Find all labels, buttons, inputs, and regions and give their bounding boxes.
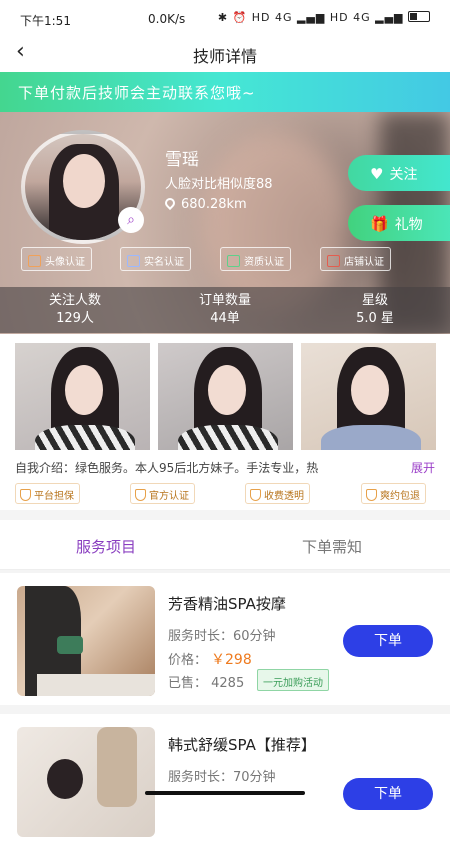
stat-rating: 星级 5.0 星	[320, 292, 430, 328]
stat-orders: 订单数量 44单	[170, 292, 280, 328]
service-item[interactable]: 芳香精油SPA按摩 服务时长：60分钟 价格： ￥298 已售： 4285 一元加…	[0, 573, 450, 705]
page-title: 技师详情	[192, 47, 257, 66]
badge-store-cert: 店铺认证	[320, 247, 391, 271]
tab-services[interactable]: 服务项目	[76, 536, 136, 557]
tab-order-notice[interactable]: 下单需知	[302, 536, 362, 557]
shield-icon	[20, 489, 31, 501]
shield-icon	[366, 489, 377, 501]
expand-link[interactable]: 展开	[402, 459, 435, 476]
shield-icon	[135, 489, 146, 501]
guarantee-refund: 爽约包退	[361, 483, 426, 504]
nav-bar: ‹ 技师详情	[0, 34, 450, 72]
photo-gallery: 自我介绍：绿色服务。本人95后北方妹子。手法专业，热 展开 平台担保 官方认证 …	[0, 334, 450, 510]
stat-value: 5.0 星	[356, 311, 394, 326]
status-bar: 下午1:51 0.0K/s ✱ ⏰ HD 4G ▂▄▆ HD 4G ▂▄▆	[0, 0, 450, 34]
network-speed: 0.0K/s	[148, 12, 186, 26]
order-button[interactable]: 下单	[343, 778, 433, 810]
certification-badges: 头像认证 实名认证 资质认证 店铺认证	[0, 247, 450, 273]
guarantee-transparent: 收费透明	[245, 483, 310, 504]
location-icon	[162, 195, 178, 211]
price-label: 价格：	[168, 653, 208, 668]
guarantee-label: 官方认证	[149, 491, 189, 502]
stat-label: 订单数量	[198, 293, 251, 308]
technician-name: 雪瑶	[165, 150, 199, 170]
badge-label: 店铺认证	[344, 257, 384, 268]
heart-icon: ♥	[370, 165, 384, 183]
certificate-icon	[227, 255, 240, 267]
store-icon	[327, 255, 340, 267]
guarantee-label: 平台担保	[34, 491, 74, 502]
order-button[interactable]: 下单	[343, 625, 433, 657]
guarantee-official: 官方认证	[130, 483, 195, 504]
service-price: 价格： ￥298	[168, 649, 252, 669]
distance: 680.28km	[162, 195, 247, 212]
detail-tabs: 服务项目 下单需知	[0, 520, 450, 570]
stats-bar: 关注人数 129人 订单数量 44单 星级 5.0 星	[0, 287, 450, 333]
avatar-cert-icon	[28, 255, 41, 267]
status-icons: ✱ ⏰ HD 4G ▂▄▆ HD 4G ▂▄▆	[218, 11, 430, 24]
badge-avatar-cert: 头像认证	[21, 247, 92, 271]
status-time: 下午1:51	[20, 14, 71, 28]
stat-followers: 关注人数 129人	[20, 292, 130, 328]
service-duration: 服务时长：60分钟	[168, 629, 276, 644]
service-image	[17, 586, 155, 696]
guarantee-label: 收费透明	[264, 491, 304, 502]
face-similarity: 人脸对比相似度88	[165, 177, 273, 192]
price-value: ￥298	[211, 652, 252, 668]
id-card-icon	[127, 255, 140, 267]
distance-value: 680.28km	[181, 197, 247, 212]
guarantee-label: 爽约包退	[380, 491, 420, 502]
follow-label: 关注	[389, 167, 418, 183]
badge-label: 实名认证	[144, 257, 184, 268]
status-indicators: ✱ ⏰ HD 4G ▂▄▆ HD 4G ▂▄▆	[217, 11, 404, 24]
badge-realname-cert: 实名认证	[120, 247, 191, 271]
search-icon[interactable]: ⌕	[118, 207, 144, 233]
gallery-photo[interactable]	[158, 343, 293, 450]
stat-label: 关注人数	[48, 293, 101, 308]
guarantee-platform: 平台担保	[15, 483, 80, 504]
promo-badge: 一元加购活动	[257, 669, 329, 691]
intro-text: 自我介绍：绿色服务。本人95后北方妹子。手法专业，热	[15, 461, 319, 475]
service-name: 韩式舒缓SPA【推荐】	[168, 736, 316, 754]
service-image	[17, 727, 155, 837]
self-intro: 自我介绍：绿色服务。本人95后北方妹子。手法专业，热 展开	[15, 459, 435, 476]
gallery-photo[interactable]	[301, 343, 436, 450]
stat-value: 44单	[210, 311, 240, 326]
service-item[interactable]: 韩式舒缓SPA【推荐】 服务时长：70分钟 下单	[0, 714, 450, 846]
badge-qualification-cert: 资质认证	[220, 247, 291, 271]
service-name: 芳香精油SPA按摩	[168, 595, 286, 613]
battery-icon	[408, 11, 430, 22]
gift-button[interactable]: 🎁 礼物	[348, 205, 450, 241]
badge-label: 资质认证	[244, 257, 284, 268]
home-indicator[interactable]	[145, 791, 305, 795]
notice-banner: 下单付款后技师会主动联系您哦~	[0, 72, 450, 112]
gift-icon: 🎁	[370, 215, 389, 233]
stat-value: 129人	[56, 311, 94, 326]
service-sold: 已售： 4285	[168, 676, 245, 691]
follow-button[interactable]: ♥ 关注	[348, 155, 450, 191]
shield-icon	[250, 489, 261, 501]
service-duration: 服务时长：70分钟	[168, 770, 276, 785]
stat-label: 星级	[361, 293, 388, 308]
gift-label: 礼物	[394, 217, 423, 233]
gallery-photo[interactable]	[15, 343, 150, 450]
badge-label: 头像认证	[45, 257, 85, 268]
